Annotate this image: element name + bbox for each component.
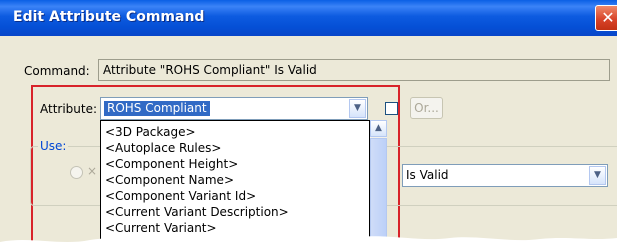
command-value: Attribute "ROHS Compliant" Is Valid — [103, 63, 317, 77]
use-radio-button[interactable] — [70, 166, 83, 179]
window-title: Edit Attribute Command — [13, 9, 205, 25]
condition-value: Is Valid — [406, 168, 449, 182]
chevron-down-icon[interactable]: ▼ — [349, 99, 366, 118]
torn-edge — [0, 236, 617, 250]
command-field: Attribute "ROHS Compliant" Is Valid — [98, 59, 610, 81]
attribute-dropdown-list[interactable]: <3D Package> <Autoplace Rules> <Componen… — [100, 120, 370, 250]
or-checkbox[interactable] — [385, 102, 398, 115]
use-radio-label: × — [87, 164, 98, 178]
chevron-down-icon[interactable]: ▼ — [589, 166, 606, 185]
list-item[interactable]: <Component Name> — [105, 172, 234, 188]
list-item[interactable]: <Component Variant Id> — [105, 188, 256, 204]
command-label: Command: — [24, 64, 90, 78]
close-icon: ✕ — [601, 8, 615, 27]
close-button[interactable]: ✕ — [595, 5, 617, 31]
list-item[interactable]: <3D Package> — [105, 124, 196, 140]
edit-attribute-dialog: Edit Attribute Command ✕ Command: Attrib… — [0, 0, 617, 250]
attribute-label: Attribute: — [40, 102, 98, 116]
condition-combobox[interactable]: Is Valid ▼ — [402, 164, 608, 187]
list-item[interactable]: <Current Variant Description> — [105, 204, 289, 220]
use-label: Use: — [38, 139, 69, 153]
attribute-combobox[interactable]: ROHS Compliant ▼ — [100, 97, 368, 120]
list-item[interactable]: <Autoplace Rules> — [105, 140, 221, 156]
list-item[interactable]: <Component Height> — [105, 156, 238, 172]
title-bar: Edit Attribute Command ✕ — [0, 0, 617, 36]
attribute-selected-value: ROHS Compliant — [104, 101, 210, 116]
dropdown-scrollbar[interactable]: ▲ — [370, 120, 387, 250]
chevron-up-icon[interactable]: ▲ — [370, 120, 387, 137]
or-button[interactable]: Or... — [410, 97, 443, 119]
